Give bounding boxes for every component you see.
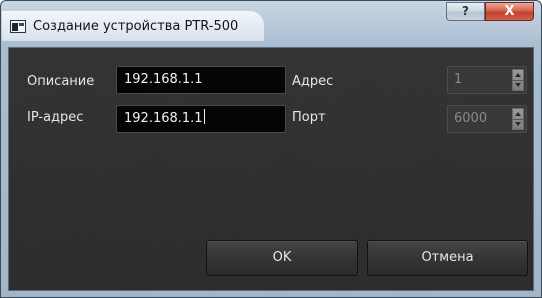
ip-address-input-value: 192.168.1.1 xyxy=(124,111,203,126)
device-create-dialog: Создание устройства PTR-500 ? X Описание… xyxy=(0,0,542,298)
ip-address-input[interactable]: 192.168.1.1 xyxy=(116,105,286,133)
cancel-button[interactable]: Отмена xyxy=(367,240,528,276)
dialog-body: Описание 192.168.1.1 Адрес 1 IP-адрес 19… xyxy=(8,47,534,291)
port-value: 6000 xyxy=(454,111,488,126)
title-bar[interactable]: Создание устройства PTR-500 ? X xyxy=(1,1,541,47)
caption-buttons: ? X xyxy=(446,2,534,22)
description-label: Описание xyxy=(27,74,95,89)
close-icon: X xyxy=(504,4,515,19)
port-spin-buttons xyxy=(512,108,524,130)
description-input-value: 192.168.1.1 xyxy=(124,72,203,87)
window-app-icon xyxy=(10,20,26,33)
help-button[interactable]: ? xyxy=(446,2,485,21)
address-label: Адрес xyxy=(292,74,334,89)
ip-address-label: IP-адрес xyxy=(27,110,84,125)
chevron-down-icon[interactable] xyxy=(513,80,523,90)
description-input[interactable]: 192.168.1.1 xyxy=(116,66,286,94)
ok-button[interactable]: OK xyxy=(206,240,358,276)
port-label: Порт xyxy=(292,110,326,125)
port-spinbox[interactable]: 6000 xyxy=(447,105,527,133)
address-spin-buttons xyxy=(512,69,524,91)
window-title: Создание устройства PTR-500 xyxy=(33,19,239,34)
chevron-down-icon[interactable] xyxy=(513,119,523,129)
close-button[interactable]: X xyxy=(485,2,534,21)
help-icon: ? xyxy=(462,4,469,18)
address-value: 1 xyxy=(454,72,463,87)
text-caret xyxy=(203,109,205,124)
address-spinbox[interactable]: 1 xyxy=(447,66,527,94)
